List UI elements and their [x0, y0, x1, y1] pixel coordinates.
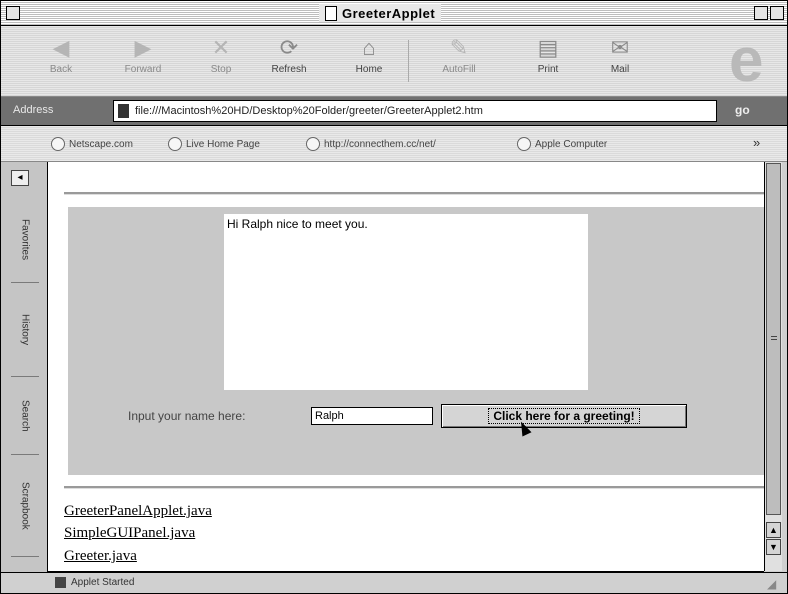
vertical-scrollbar[interactable]: ▲ ▼: [764, 162, 782, 571]
home-button[interactable]: ⌂ Home: [339, 34, 399, 75]
document-icon: [325, 5, 337, 21]
greeting-button-label: Click here for a greeting!: [488, 408, 640, 424]
toolbar: ◀ Back ▶ Forward ✕ Stop ⟳ Refresh ⌂ Home…: [1, 26, 787, 97]
favorite-link[interactable]: Live Home Page: [168, 137, 260, 151]
close-box[interactable]: [6, 6, 20, 20]
applet-status-icon: [55, 577, 66, 588]
page-icon: [118, 104, 129, 118]
sidebar-tab-label: History: [19, 314, 31, 346]
mail-label: Mail: [610, 64, 630, 75]
favorite-label: Netscape.com: [69, 138, 133, 150]
stop-icon: ✕: [211, 35, 231, 60]
printer-icon: ▤: [537, 35, 559, 60]
scroll-up-button[interactable]: ▲: [766, 522, 781, 538]
window-title: GreeterApplet: [342, 5, 436, 21]
status-bar: Applet Started ◢: [1, 572, 787, 593]
print-button[interactable]: ▤ Print: [518, 34, 578, 75]
forward-arrow-icon: ▶: [134, 35, 152, 60]
zoom-box[interactable]: [754, 6, 768, 20]
go-button[interactable]: go: [735, 103, 750, 117]
greeting-output-area: Hi Ralph nice to meet you.: [224, 214, 588, 390]
forward-button[interactable]: ▶ Forward: [113, 34, 173, 75]
browser-logo: e: [729, 26, 764, 95]
address-url: file:///Macintosh%20HD/Desktop%20Folder/…: [135, 105, 483, 117]
favorite-label: Apple Computer: [535, 138, 608, 150]
sidebar-tab-search[interactable]: Search: [11, 378, 39, 455]
bottom-divider: [64, 486, 764, 489]
source-link-simple-gui-panel[interactable]: SimpleGUIPanel.java: [64, 525, 195, 542]
refresh-button[interactable]: ⟳ Refresh: [259, 34, 319, 75]
sidebar-tab-label: Search: [19, 400, 31, 432]
collapse-box[interactable]: [770, 6, 784, 20]
explorer-sidebar: ◂ Favorites History Search Scrapbook: [1, 162, 48, 579]
globe-icon: [517, 137, 531, 151]
page-content: Hi Ralph nice to meet you. Input your na…: [48, 162, 764, 572]
autofill-button[interactable]: ✎ AutoFill: [429, 34, 489, 75]
grip-icon: [771, 336, 777, 340]
globe-icon: [168, 137, 182, 151]
name-input[interactable]: Ralph: [311, 407, 433, 425]
greeting-button[interactable]: Click here for a greeting!: [441, 404, 687, 428]
home-label: Home: [355, 64, 383, 75]
mail-button[interactable]: ✉ Mail: [590, 34, 650, 75]
stop-label: Stop: [210, 64, 232, 75]
favorite-link[interactable]: Apple Computer: [517, 137, 607, 151]
sidebar-tab-label: Scrapbook: [19, 482, 31, 530]
home-icon: ⌂: [362, 35, 376, 60]
scroll-down-button[interactable]: ▼: [766, 539, 781, 555]
forward-label: Forward: [124, 64, 162, 75]
favorite-label: http://connecthem.cc/net/: [324, 138, 436, 150]
window-title-area: GreeterApplet: [319, 4, 442, 22]
favorite-label: Live Home Page: [186, 138, 260, 150]
mail-icon: ✉: [610, 35, 630, 60]
back-label: Back: [49, 64, 73, 75]
favorites-bar: Netscape.com Live Home Page http://conne…: [1, 126, 787, 162]
back-button[interactable]: ◀ Back: [31, 34, 91, 75]
sidebar-tab-favorites[interactable]: Favorites: [11, 198, 39, 283]
title-bar: GreeterApplet: [1, 1, 787, 26]
globe-icon: [51, 137, 65, 151]
favorite-link[interactable]: http://connecthem.cc/net/: [306, 137, 436, 151]
sidebar-toggle-icon[interactable]: ◂: [11, 170, 29, 186]
name-prompt: Input your name here:: [128, 409, 246, 423]
address-input[interactable]: file:///Macintosh%20HD/Desktop%20Folder/…: [113, 100, 717, 122]
favorites-more-button[interactable]: »: [753, 135, 760, 150]
sidebar-tab-history[interactable]: History: [11, 284, 39, 377]
address-label: Address: [13, 104, 54, 116]
refresh-icon: ⟳: [279, 35, 299, 60]
resize-grip-icon[interactable]: ◢: [767, 577, 776, 591]
autofill-icon: ✎: [449, 35, 469, 60]
scrollbar-thumb[interactable]: [766, 163, 781, 515]
top-divider: [64, 192, 764, 195]
toolbar-divider: [408, 40, 409, 82]
stop-button[interactable]: ✕ Stop: [191, 34, 251, 75]
favorite-link[interactable]: Netscape.com: [51, 137, 133, 151]
browser-window: GreeterApplet ◀ Back ▶ Forward ✕ Stop ⟳ …: [0, 0, 788, 594]
print-label: Print: [537, 64, 559, 75]
address-bar: Address file:///Macintosh%20HD/Desktop%2…: [1, 97, 787, 126]
autofill-label: AutoFill: [442, 64, 476, 75]
source-link-greeter-panel-applet[interactable]: GreeterPanelApplet.java: [64, 503, 212, 520]
greeting-text: Hi Ralph nice to meet you.: [227, 217, 368, 231]
back-arrow-icon: ◀: [52, 35, 70, 60]
refresh-label: Refresh: [271, 64, 307, 75]
sidebar-tab-label: Favorites: [19, 219, 31, 261]
globe-icon: [306, 137, 320, 151]
sidebar-tab-scrapbook[interactable]: Scrapbook: [11, 456, 39, 557]
status-text: Applet Started: [71, 577, 135, 588]
greeter-applet: Hi Ralph nice to meet you. Input your na…: [68, 207, 764, 475]
source-link-greeter[interactable]: Greeter.java: [64, 548, 137, 565]
